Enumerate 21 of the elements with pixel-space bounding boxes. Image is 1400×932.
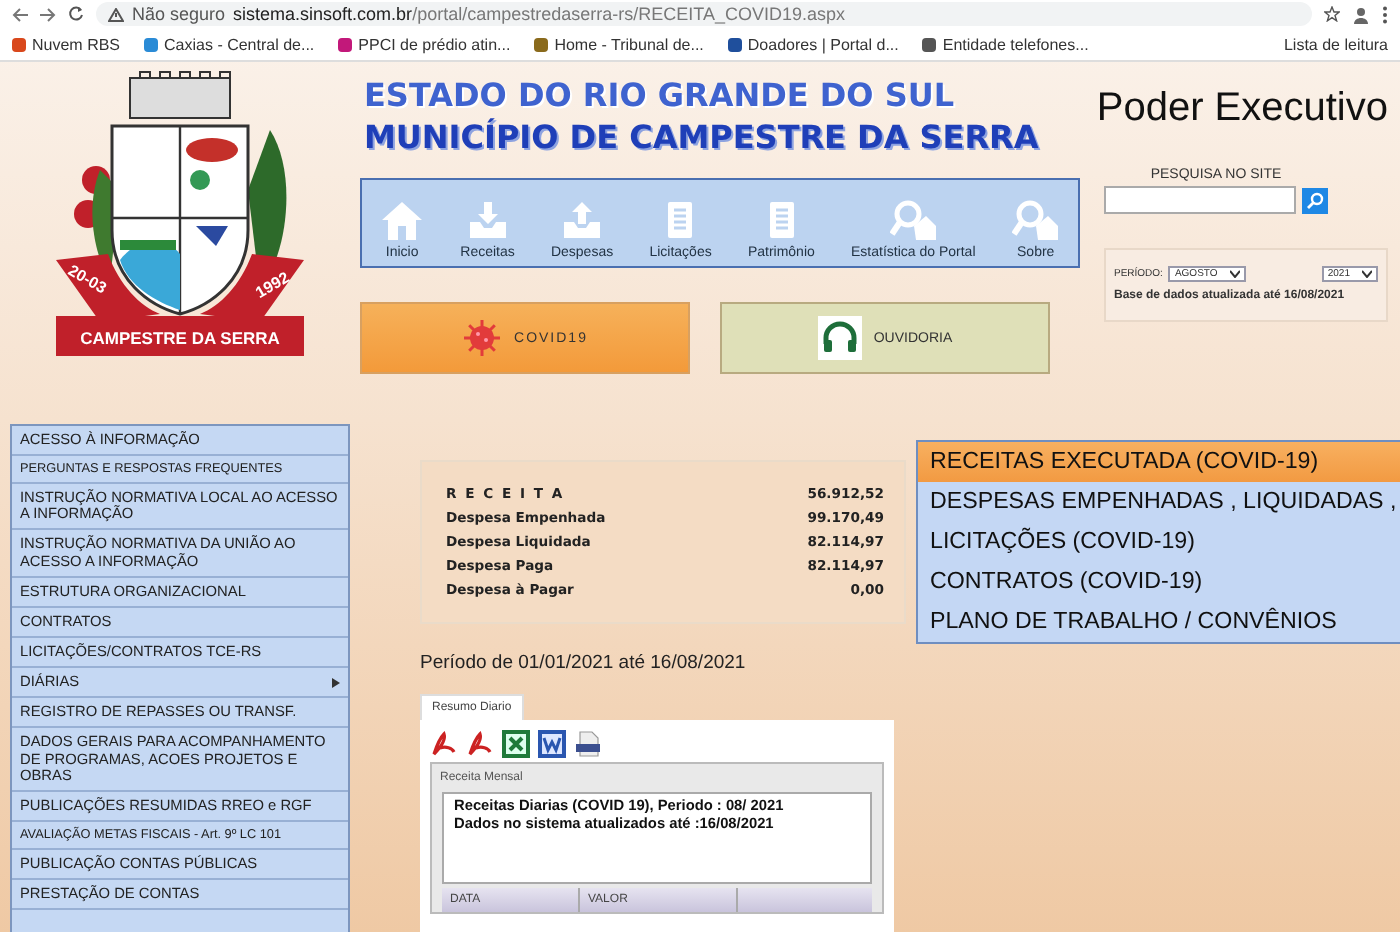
bookmark-link[interactable]: Caxias - Central de... [144,35,315,53]
covid-menu-item[interactable]: RECEITAS EXECUTADA (COVID-19) [918,442,1400,482]
url-text: sistema.sinsoft.com.br/portal/campestredaserra-rs/RECEITA_COVID19.aspx [233,4,845,24]
bookmark-link[interactable]: Entidade telefones... [922,35,1089,53]
emancipation-year: 1992 [252,268,293,302]
bookmark-link[interactable]: Doadores | Portal d... [727,35,899,53]
covid-menu-item[interactable]: LICITAÇÕES (COVID-19) [918,522,1400,562]
address-bar[interactable]: Não seguro sistema.sinsoft.com.br/portal/campestredaserra-rs/RECEITA_COVID19.aspx [96,2,1312,26]
reading-list-link[interactable]: Lista de leitura [1283,35,1388,53]
state-title: ESTADO DO RIO GRANDE DO SUL [362,74,957,116]
covid-menu-item[interactable]: PLANO DE TRABALHO / CONVÊNIOS [918,602,1400,642]
security-warning: Não seguro [132,4,226,24]
bookmark-link[interactable]: PPCI de prédio atin... [338,35,511,53]
ribbon-text: CAMPESTRE DA SERRA [80,328,280,348]
period-text: Período de 01/01/2021 até 16/08/2021 [420,652,748,674]
bookmark-link[interactable]: Home - Tribunal de... [534,35,704,53]
branch-title: Poder Executivo [1096,86,1388,132]
covid-menu-item[interactable]: DESPESAS EMPENHADAS , LIQUIDADAS , [918,482,1400,522]
covid-menu-item[interactable]: CONTRATOS (COVID-19) [918,562,1400,602]
bookmark-link[interactable]: Nuvem RBS [12,35,121,53]
municipality-title: MUNICÍPIO DE CAMPESTRE DA SERRA [362,116,1041,158]
